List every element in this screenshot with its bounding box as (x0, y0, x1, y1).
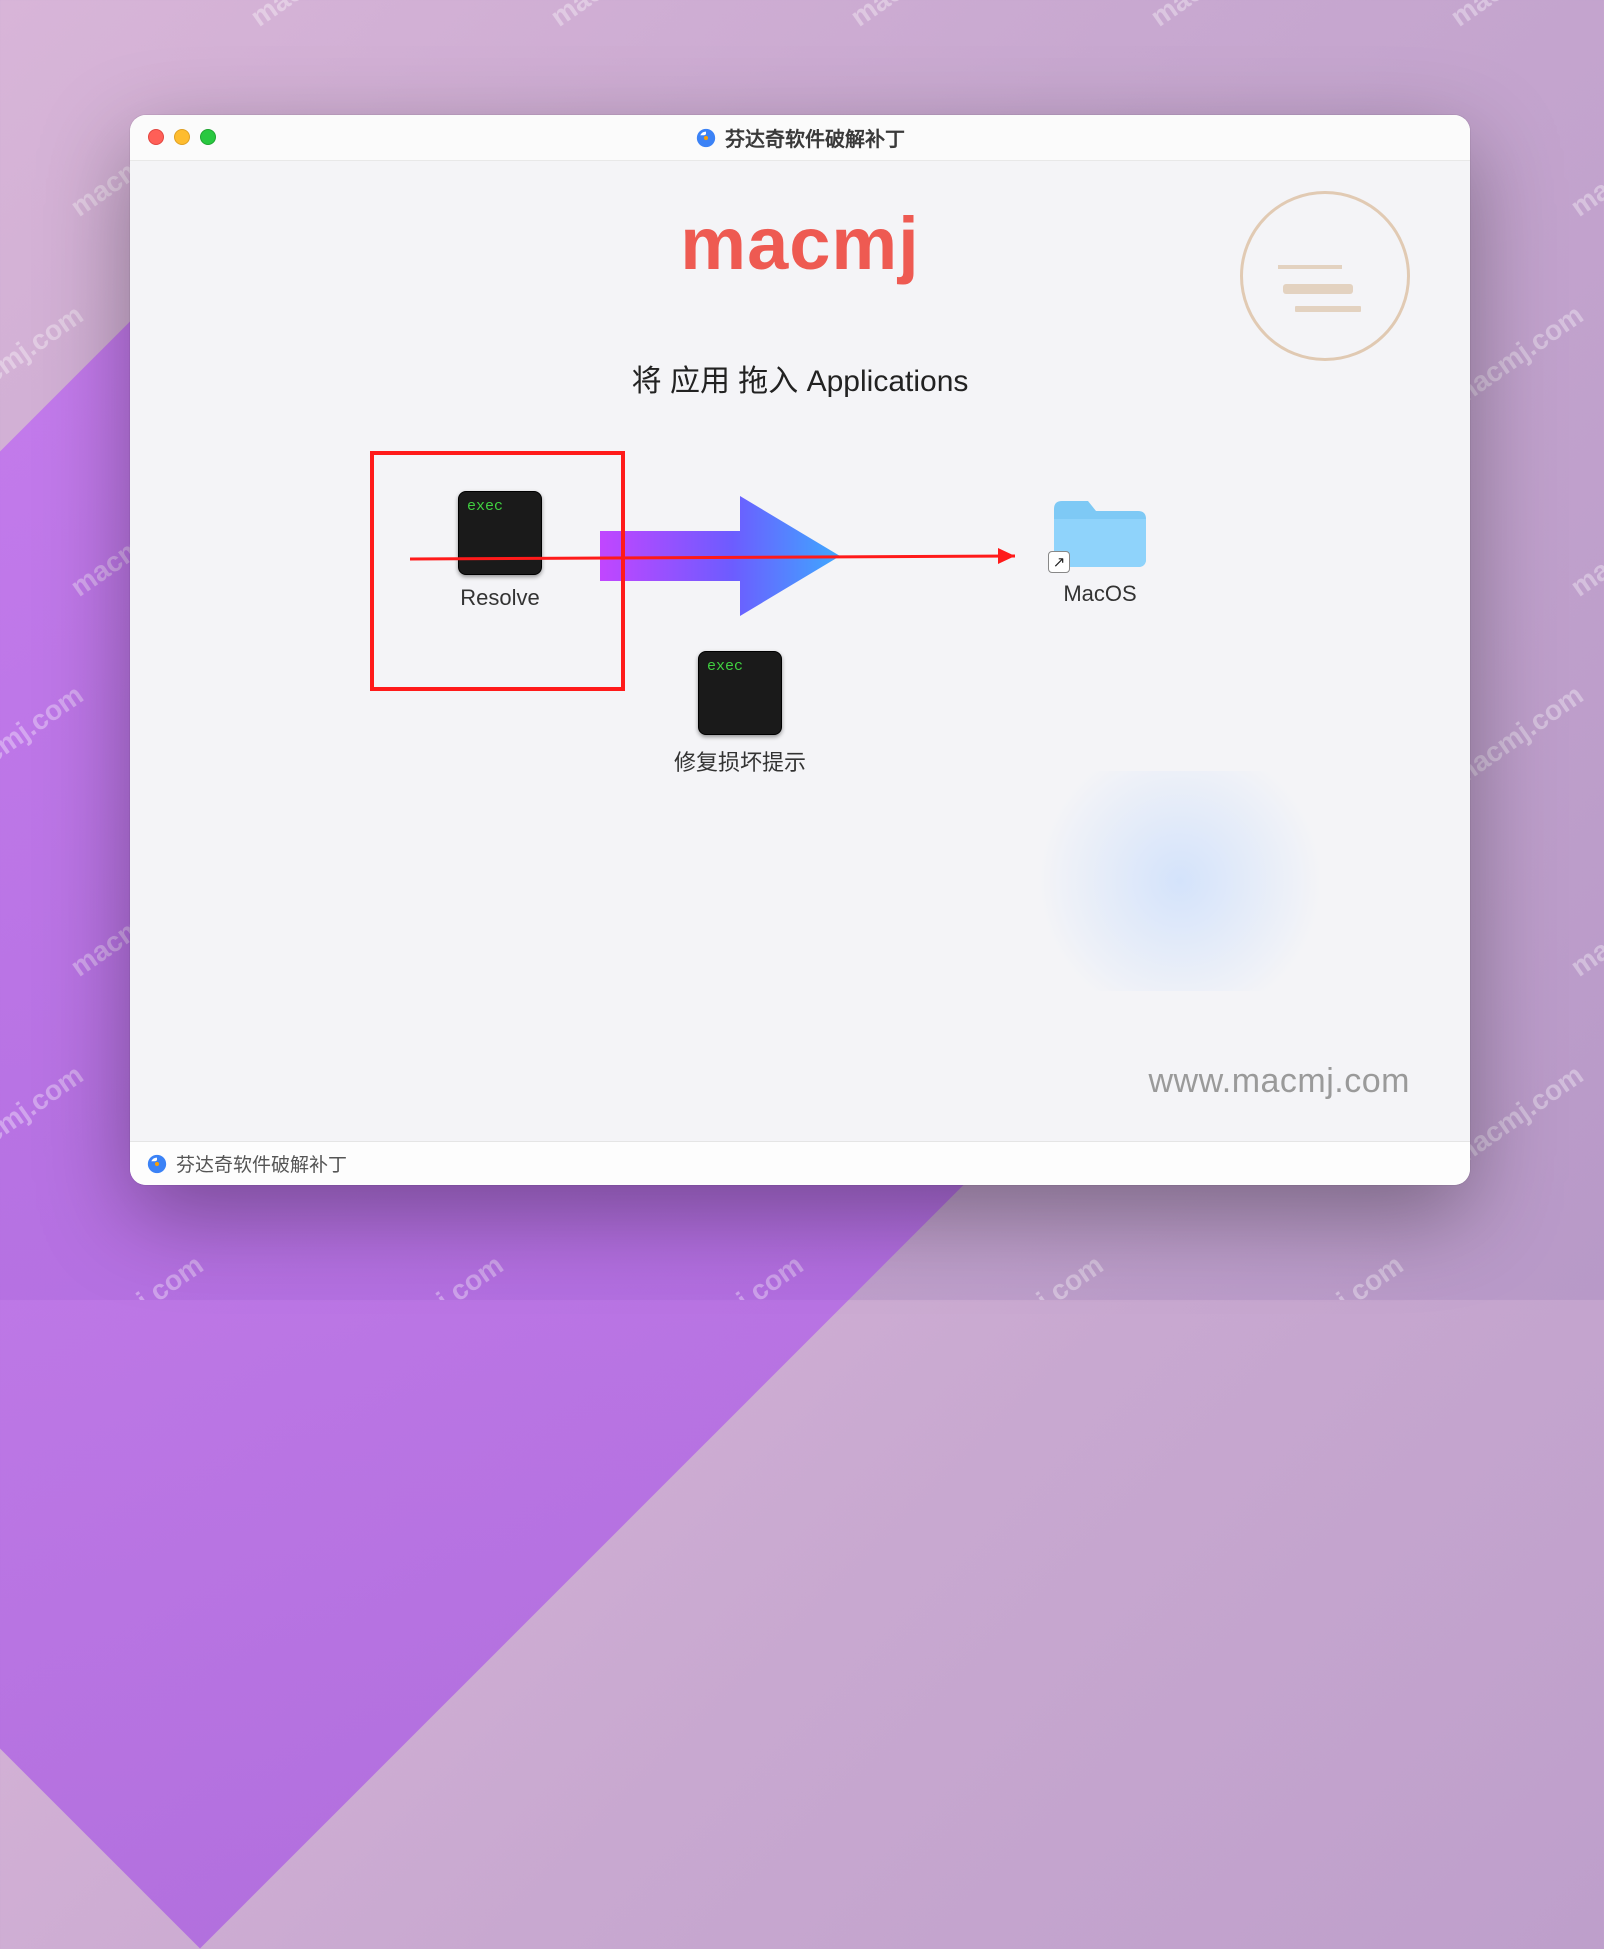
app-icon (146, 1153, 168, 1175)
repair-exec-item[interactable]: exec 修复损坏提示 (640, 651, 840, 777)
macos-label: MacOS (1030, 581, 1170, 607)
drag-arrow-icon (590, 486, 850, 626)
alias-arrow-glyph: ↗ (1053, 553, 1066, 571)
close-button[interactable] (148, 129, 164, 145)
traffic-lights (148, 129, 216, 145)
folder-icon: ↗ (1050, 491, 1150, 571)
alias-badge-icon: ↗ (1048, 551, 1070, 573)
exec-icon: exec (698, 651, 782, 735)
minimize-button[interactable] (174, 129, 190, 145)
window-content: macmj 将 应用 拖入 Applications exec Resolve … (130, 161, 1470, 1141)
glow-decoration (1010, 771, 1350, 991)
window-title-text: 芬达奇软件破解补丁 (725, 123, 905, 152)
exec-icon: exec (458, 491, 542, 575)
decorative-circle (1240, 191, 1410, 361)
statusbar: 芬达奇软件破解补丁 (130, 1141, 1470, 1185)
resolve-label: Resolve (430, 585, 570, 611)
statusbar-text: 芬达奇软件破解补丁 (176, 1150, 347, 1177)
app-icon (695, 127, 717, 149)
macos-folder-item[interactable]: ↗ MacOS (1030, 491, 1170, 607)
installer-window: 芬达奇软件破解补丁 macmj 将 应用 拖入 Applications exe… (130, 115, 1470, 1185)
resolve-exec-item[interactable]: exec Resolve (430, 491, 570, 611)
footer-url-text: www.macmj.com (1148, 1062, 1410, 1101)
window-title: 芬达奇软件破解补丁 (695, 123, 905, 152)
exec-label: exec (467, 498, 503, 515)
brand-logo-text: macmj (680, 201, 919, 286)
drag-instruction-text: 将 应用 拖入 Applications (632, 356, 969, 400)
titlebar: 芬达奇软件破解补丁 (130, 115, 1470, 161)
repair-label: 修复损坏提示 (640, 745, 840, 777)
zoom-button[interactable] (200, 129, 216, 145)
exec-label: exec (707, 658, 743, 675)
